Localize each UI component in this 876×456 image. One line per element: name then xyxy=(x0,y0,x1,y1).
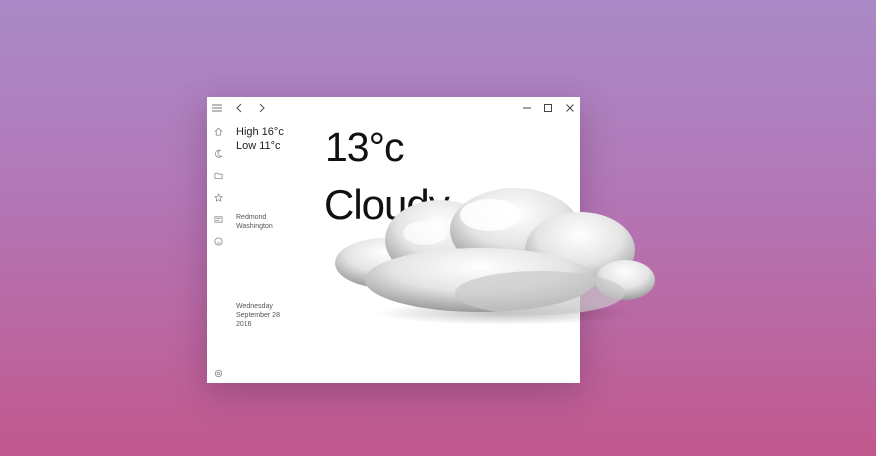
chevron-left-icon xyxy=(236,103,242,113)
forward-button[interactable] xyxy=(255,101,269,115)
current-temperature: 13°c xyxy=(325,124,405,170)
low-temperature: Low 11°c xyxy=(236,140,281,152)
home-icon xyxy=(214,127,222,136)
date-weekday: Wednesday xyxy=(236,303,273,310)
cloud-icon xyxy=(335,188,655,325)
close-icon xyxy=(566,104,574,112)
sidebar-item-favorites[interactable] xyxy=(211,190,225,204)
sidebar-item-forecast[interactable] xyxy=(211,146,225,160)
date-year: 2016 xyxy=(236,321,252,328)
minimize-icon xyxy=(523,107,531,109)
sidebar-item-news[interactable] xyxy=(211,212,225,226)
smiley-icon xyxy=(213,236,223,246)
maximize-icon xyxy=(544,104,552,112)
title-bar xyxy=(207,97,580,119)
news-icon xyxy=(213,215,223,223)
date-month-day: September 28 xyxy=(236,312,280,319)
sidebar-item-places[interactable] xyxy=(211,168,225,182)
gear-icon xyxy=(214,369,222,377)
high-temperature: High 16°c xyxy=(236,126,284,138)
back-button[interactable] xyxy=(232,101,246,115)
location-city: Redmond xyxy=(236,214,267,221)
folder-icon xyxy=(213,172,223,179)
sidebar-item-feedback[interactable] xyxy=(211,234,225,248)
hamburger-menu-icon[interactable] xyxy=(210,101,224,115)
maximize-button[interactable] xyxy=(541,101,555,115)
close-button[interactable] xyxy=(563,101,577,115)
moon-icon xyxy=(214,149,223,158)
chevron-right-icon xyxy=(259,103,265,113)
minimize-button[interactable] xyxy=(520,101,534,115)
location-region: Washington xyxy=(236,223,273,230)
settings-button[interactable] xyxy=(211,366,225,380)
star-icon xyxy=(213,192,223,202)
sidebar-item-home[interactable] xyxy=(211,124,225,138)
